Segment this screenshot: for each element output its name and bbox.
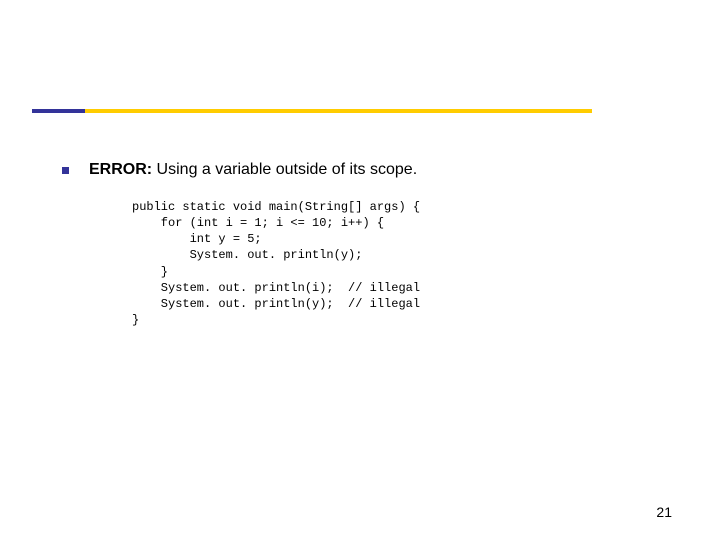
slide-content: ERROR: Using a variable outside of its s… xyxy=(62,160,660,328)
square-bullet-icon xyxy=(62,167,69,174)
bullet-rest: Using a variable outside of its scope. xyxy=(152,161,417,178)
header-decoration-bar xyxy=(32,109,592,113)
bullet-bold: ERROR: xyxy=(89,161,152,178)
header-bar-yellow xyxy=(85,109,592,113)
page-number: 21 xyxy=(656,504,672,520)
bullet-item: ERROR: Using a variable outside of its s… xyxy=(62,160,660,181)
bullet-text: ERROR: Using a variable outside of its s… xyxy=(89,160,417,181)
header-bar-blue xyxy=(32,109,85,113)
code-block: public static void main(String[] args) {… xyxy=(132,199,660,329)
